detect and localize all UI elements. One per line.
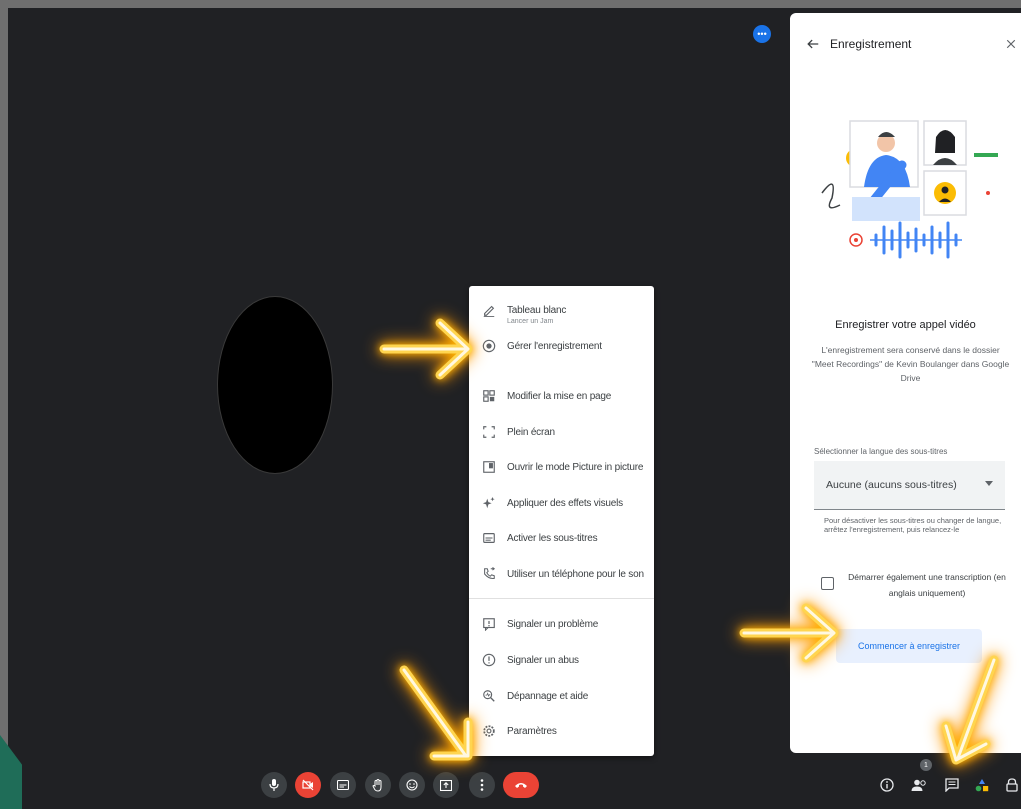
host-controls-button[interactable] bbox=[1001, 774, 1021, 796]
phone-audio-icon bbox=[481, 566, 497, 582]
menu-item-label: Signaler un problème bbox=[507, 618, 599, 630]
menu-item-whiteboard[interactable]: Tableau blanc bbox=[469, 296, 654, 324]
menu-item-phone-audio[interactable]: Utiliser un téléphone pour le son bbox=[469, 560, 654, 588]
menu-divider bbox=[469, 598, 654, 599]
panel-title: Enregistrement bbox=[830, 37, 912, 51]
subtitle-language-label: Sélectionner la langue des sous-titres bbox=[814, 447, 948, 456]
menu-item-change-layout[interactable]: Modifier la mise en page bbox=[469, 382, 654, 410]
dropdown-caret-icon bbox=[985, 481, 993, 487]
emoji-button[interactable] bbox=[399, 772, 425, 798]
layout-icon bbox=[481, 388, 497, 404]
meet-window: ••• Tableau blanc Lancer un Jam Gérer l'… bbox=[0, 0, 1021, 809]
transcript-checkbox-label: Démarrer également une transcription (en… bbox=[848, 572, 1006, 598]
menu-item-label: Signaler un abus bbox=[507, 654, 579, 666]
select-value: Aucune (aucuns sous-titres) bbox=[826, 479, 957, 491]
participant-avatar bbox=[217, 296, 333, 474]
menu-item-picture-in-picture[interactable]: Ouvrir le mode Picture in picture bbox=[469, 453, 654, 481]
menu-item-label: Modifier la mise en page bbox=[507, 390, 612, 402]
activities-button[interactable] bbox=[971, 774, 993, 796]
info-icon bbox=[880, 778, 894, 792]
captions-icon bbox=[481, 530, 497, 546]
transcript-checkbox[interactable] bbox=[821, 577, 834, 590]
mic-button[interactable] bbox=[261, 772, 287, 798]
subtitle-help-text: Pour désactiver les sous-titres ou chang… bbox=[824, 516, 1002, 534]
menu-item-visual-effects[interactable]: Appliquer des effets visuels bbox=[469, 489, 654, 517]
start-recording-button[interactable]: Commencer à enregistrer bbox=[836, 629, 982, 663]
report-problem-icon bbox=[481, 616, 497, 632]
subtitle-language-select[interactable]: Aucune (aucuns sous-titres) bbox=[814, 461, 1005, 510]
menu-item-sublabel: Lancer un Jam bbox=[507, 318, 554, 325]
record-icon bbox=[481, 338, 497, 354]
troubleshoot-icon bbox=[481, 688, 497, 704]
menu-item-captions[interactable]: Activer les sous-titres bbox=[469, 524, 654, 552]
recording-panel: Enregistrement Enregistrer votre appel v… bbox=[790, 13, 1021, 753]
menu-item-label: Gérer l'enregistrement bbox=[507, 340, 602, 352]
chat-button[interactable] bbox=[941, 774, 963, 796]
close-icon[interactable] bbox=[1002, 35, 1020, 53]
menu-item-report-problem[interactable]: Signaler un problème bbox=[469, 610, 654, 638]
fullscreen-icon bbox=[481, 424, 497, 440]
panel-description: L'enregistrement sera conservé dans le d… bbox=[811, 345, 1010, 383]
menu-item-label: Dépannage et aide bbox=[507, 690, 589, 702]
picture-in-picture-icon bbox=[481, 459, 497, 475]
present-icon bbox=[440, 779, 452, 791]
settings-icon bbox=[481, 723, 497, 739]
activities-icon bbox=[975, 778, 989, 792]
hang-up-button[interactable] bbox=[503, 772, 539, 798]
more-options-button[interactable] bbox=[469, 772, 495, 798]
chat-icon bbox=[945, 778, 959, 792]
report-abuse-icon bbox=[481, 652, 497, 668]
menu-item-label: Ouvrir le mode Picture in picture bbox=[507, 461, 644, 473]
back-arrow-icon[interactable] bbox=[804, 35, 822, 53]
hang-up-icon bbox=[514, 781, 528, 789]
menu-item-label: Appliquer des effets visuels bbox=[507, 497, 623, 509]
more-options-menu: Tableau blanc Lancer un Jam Gérer l'enre… bbox=[469, 286, 654, 756]
sparkle-icon bbox=[481, 495, 497, 511]
people-button[interactable] bbox=[908, 774, 930, 796]
emoji-icon bbox=[406, 779, 418, 791]
menu-item-troubleshooting[interactable]: Dépannage et aide bbox=[469, 682, 654, 710]
menu-item-label: Tableau blanc bbox=[507, 304, 567, 316]
lock-icon bbox=[1005, 778, 1019, 792]
mic-icon bbox=[269, 779, 279, 791]
people-count-badge: 1 bbox=[920, 759, 932, 771]
more-badge-button[interactable]: ••• bbox=[753, 25, 771, 43]
menu-item-label: Activer les sous-titres bbox=[507, 532, 598, 544]
captions-button[interactable] bbox=[330, 772, 356, 798]
panel-header: Enregistrement bbox=[790, 13, 1021, 69]
menu-item-manage-recording[interactable]: Gérer l'enregistrement bbox=[469, 332, 654, 360]
people-icon bbox=[911, 779, 927, 791]
camera-off-icon bbox=[302, 779, 314, 791]
menu-item-label: Plein écran bbox=[507, 426, 555, 438]
menu-item-settings[interactable]: Paramètres bbox=[469, 717, 654, 745]
raise-hand-icon bbox=[372, 778, 384, 792]
recording-illustration bbox=[812, 113, 1002, 273]
menu-item-report-abuse[interactable]: Signaler un abus bbox=[469, 646, 654, 674]
pen-icon bbox=[481, 302, 497, 318]
raise-hand-button[interactable] bbox=[365, 772, 391, 798]
menu-item-label: Paramètres bbox=[507, 725, 557, 737]
panel-heading: Enregistrer votre appel vidéo bbox=[835, 319, 976, 331]
captions-icon bbox=[337, 780, 349, 790]
camera-button[interactable] bbox=[295, 772, 321, 798]
menu-item-fullscreen[interactable]: Plein écran bbox=[469, 418, 654, 446]
meeting-details-button[interactable] bbox=[876, 774, 898, 796]
menu-item-label: Utiliser un téléphone pour le son bbox=[507, 568, 644, 580]
more-options-icon bbox=[480, 779, 484, 791]
present-button[interactable] bbox=[433, 772, 459, 798]
